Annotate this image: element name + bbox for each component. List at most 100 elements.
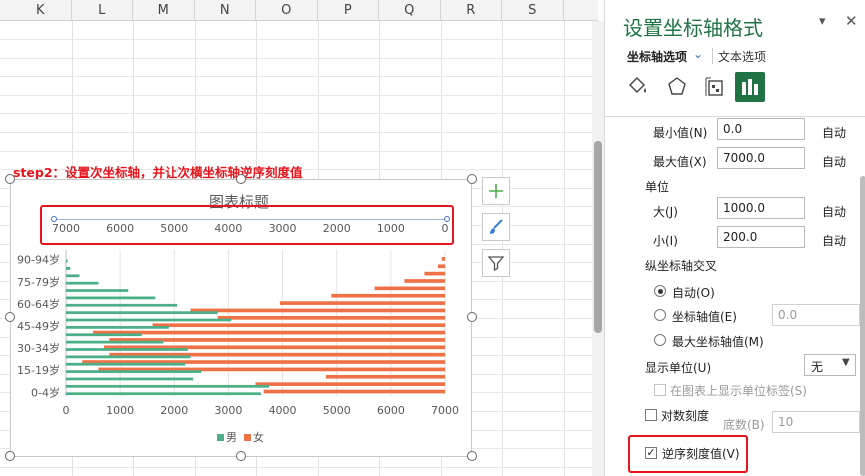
bar-female — [263, 389, 445, 394]
bar-female — [255, 382, 445, 386]
cross-auto-radio[interactable] — [654, 285, 666, 297]
bar-male — [66, 392, 261, 396]
chart-styles-button[interactable] — [482, 213, 510, 241]
bar-female — [437, 264, 445, 269]
legend-item-female[interactable]: 女 — [244, 429, 264, 445]
chart-resize-handle-bl[interactable] — [5, 451, 15, 461]
bar-male — [66, 318, 232, 322]
bar-male — [66, 370, 202, 373]
vertical-axis-crosses-header: 纵坐标轴交叉 — [645, 259, 718, 273]
cross-max-label[interactable]: 最大坐标轴值(M) — [672, 333, 764, 350]
pentagon-icon — [668, 77, 686, 95]
cross-axis-value-input[interactable]: 0.0 — [772, 304, 860, 326]
bar-female — [331, 293, 445, 298]
bar-male — [66, 267, 71, 270]
max-auto-button[interactable]: 自动 — [822, 153, 846, 170]
cross-axis-value-radio[interactable] — [654, 309, 666, 321]
category-axis-label: 15-19岁 — [17, 363, 60, 377]
close-icon[interactable]: ✕ — [845, 12, 858, 30]
reverse-order-highlight-box — [628, 435, 748, 473]
bar-female — [93, 330, 446, 335]
minor-auto-label: 自动 — [822, 234, 847, 248]
tab-text-options[interactable]: 文本选项 — [718, 48, 766, 65]
fill-line-tab[interactable] — [623, 72, 653, 102]
sheet-scroll-thumb[interactable] — [594, 141, 602, 333]
bar-male — [66, 340, 164, 344]
bar-male — [66, 289, 129, 292]
primary-axis-tick-label: 3000 — [214, 404, 242, 417]
primary-axis-tick-label: 7000 — [431, 404, 459, 417]
pane-scrollbar[interactable] — [860, 176, 865, 476]
pane-title: 设置坐标轴格式 — [623, 16, 763, 40]
bar-female — [279, 301, 445, 305]
major-auto-label: 自动 — [822, 205, 847, 219]
chart-resize-handle-bm[interactable] — [236, 451, 246, 461]
bar-male — [66, 259, 68, 263]
category-axis-label: 45-49岁 — [17, 319, 60, 333]
chart-resize-handle-tm[interactable] — [236, 174, 246, 184]
major-unit-input[interactable]: 1000.0 — [717, 197, 805, 219]
max-value-input[interactable]: 7000.0 — [717, 147, 805, 169]
legend-swatch-male — [217, 434, 224, 441]
primary-axis-tick-label: 0 — [63, 404, 70, 417]
spreadsheet-area: KLMNOPQRS step2：设置次坐标轴，并让次横坐标轴逆序刻度值 0 100… — [0, 0, 598, 476]
log-scale-checkbox[interactable] — [645, 409, 657, 421]
max-label: 最大值(X) — [653, 155, 707, 169]
size-properties-tab[interactable] — [700, 72, 730, 102]
display-unit-label: 显示单位(U) — [645, 361, 712, 375]
sheet-vertical-scrollbar[interactable] — [592, 21, 604, 476]
legend-label-male: 男 — [226, 431, 237, 444]
category-axis-label: 90-94岁 — [17, 253, 60, 267]
bar-male — [66, 355, 191, 359]
legend-swatch-female — [244, 434, 251, 441]
bar-male — [66, 296, 156, 300]
tab-separator — [712, 48, 713, 64]
secondary-axis-highlight-box — [40, 205, 454, 245]
primary-axis-tick-label: 6000 — [377, 404, 405, 417]
bar-male — [66, 362, 186, 366]
minor-unit-label: 小(I) — [653, 234, 678, 248]
chart-elements-button[interactable] — [482, 177, 510, 205]
min-auto-label: 自动 — [822, 126, 847, 140]
cross-auto-label[interactable]: 自动(O) — [672, 284, 715, 301]
min-value-input[interactable]: 0.0 — [717, 118, 805, 140]
pane-options-chevron-icon[interactable]: ▾ — [819, 14, 826, 29]
bar-female — [374, 286, 445, 291]
bar-female — [190, 308, 445, 313]
legend-item-male[interactable]: 男 — [217, 429, 237, 445]
units-header: 单位 — [645, 180, 670, 194]
minor-unit-input[interactable]: 200.0 — [717, 226, 805, 248]
cross-max-radio[interactable] — [654, 334, 666, 346]
bar-male — [66, 274, 80, 278]
chevron-down-icon[interactable]: ▼ — [842, 357, 850, 368]
category-axis-label: 60-64岁 — [17, 297, 60, 311]
bar-female — [152, 323, 445, 328]
chart-resize-handle-tr[interactable] — [467, 174, 477, 184]
bar-male — [66, 281, 99, 285]
pane-divider — [605, 116, 865, 117]
bar-male — [66, 326, 169, 329]
primary-axis-tick-label: 5000 — [323, 404, 351, 417]
chart-resize-handle-br[interactable] — [467, 451, 477, 461]
chart-resize-handle-ml[interactable] — [5, 312, 15, 322]
primary-axis-tick-label: 4000 — [269, 404, 297, 417]
cross-axis-value-label[interactable]: 坐标轴值(E) — [672, 308, 737, 325]
log-base-input[interactable]: 10 — [772, 411, 860, 433]
log-base-label: 底数(B) — [723, 418, 765, 432]
effects-tab[interactable] — [662, 72, 692, 102]
bar-female — [424, 271, 445, 276]
bar-female — [217, 315, 445, 320]
axis-options-tab[interactable] — [735, 72, 765, 102]
bar-chart-icon — [742, 79, 758, 95]
chevron-down-icon[interactable]: ⌄ — [693, 47, 703, 61]
show-unit-label-checkbox[interactable] — [654, 384, 666, 396]
format-axis-pane: 设置坐标轴格式 ▾ ✕ 坐标轴选项 ⌄ 文本选项 最小值(N) 0.0 自动 最… — [604, 0, 865, 476]
chart-resize-handle-tl[interactable] — [5, 174, 15, 184]
bar-male — [66, 333, 142, 337]
primary-axis-tick-label: 1000 — [106, 404, 134, 417]
tab-axis-options[interactable]: 坐标轴选项 — [627, 48, 687, 65]
chart-resize-handle-mr[interactable] — [467, 312, 477, 322]
chart-filters-button[interactable] — [482, 249, 510, 277]
min-label: 最小值(N) — [653, 126, 708, 140]
bar-male — [66, 377, 194, 381]
